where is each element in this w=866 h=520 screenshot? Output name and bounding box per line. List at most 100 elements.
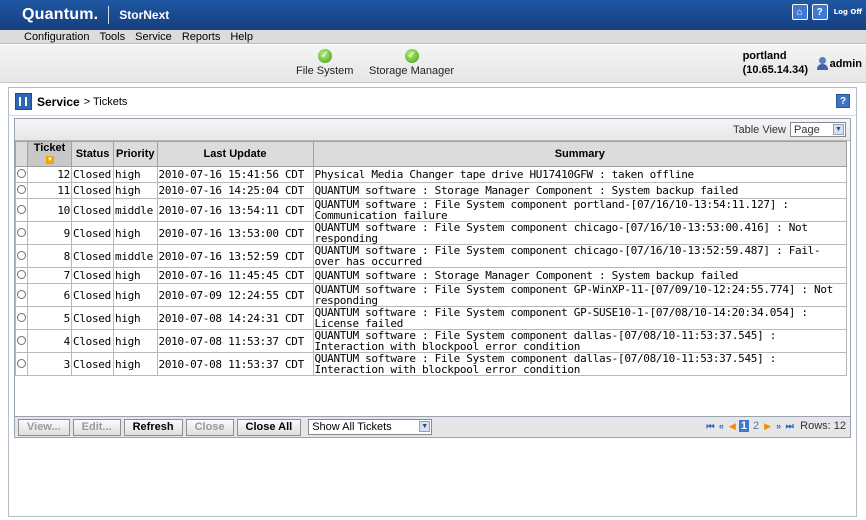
cell-summary: QUANTUM software : File System component…	[312, 244, 848, 268]
cell-status: Closed	[71, 352, 114, 376]
status-label: Storage Manager	[369, 65, 454, 77]
table-row[interactable]: 4 Closed high 2010-07-08 11:53:37 CDT QUANTU…	[15, 329, 848, 353]
row-select-radio[interactable]	[15, 283, 28, 307]
table-row[interactable]: 10 Closed middle 2010-07-16 13:54:11 CDT QUA…	[15, 198, 848, 222]
cell-last-update: 2010-07-08 11:53:37 CDT	[156, 352, 314, 376]
row-select-radio[interactable]	[15, 221, 28, 245]
user-icon	[816, 57, 828, 71]
action-bar: View... Edit... Refresh Close Close All …	[14, 416, 851, 438]
fast-back-icon[interactable]: «	[717, 421, 726, 432]
banner-actions: ⌂ ? Log Off	[791, 4, 862, 20]
cell-summary: QUANTUM software : Storage Manager Compo…	[312, 267, 848, 284]
tickets-table: Ticket▼ Status Priority Last Update Summ…	[15, 141, 848, 376]
cell-last-update: 2010-07-16 13:54:11 CDT	[156, 198, 314, 222]
column-header-status[interactable]: Status	[71, 141, 114, 167]
refresh-button[interactable]: Refresh	[123, 418, 183, 436]
table-row[interactable]: 9 Closed high 2010-07-16 13:53:00 CDT QUANTU…	[15, 221, 848, 245]
cell-priority: high	[113, 166, 158, 183]
page-number[interactable]: 2	[751, 420, 761, 432]
row-select-radio[interactable]	[15, 352, 28, 376]
row-select-radio[interactable]	[15, 166, 28, 183]
page-title: Service	[37, 94, 80, 109]
table-row[interactable]: 11 Closed high 2010-07-16 14:25:04 CDT QUANT…	[15, 182, 848, 199]
cell-last-update: 2010-07-16 15:41:56 CDT	[156, 166, 314, 183]
column-header-ticket[interactable]: Ticket▼	[27, 141, 72, 167]
panel-header: Service > Tickets ?	[9, 88, 856, 116]
cell-summary: QUANTUM software : File System component…	[312, 352, 848, 376]
prev-page-icon[interactable]: ◀	[728, 421, 737, 432]
row-select-radio[interactable]	[15, 267, 28, 284]
status-storage-manager[interactable]: ✓ Storage Manager	[369, 49, 454, 77]
row-select-radio[interactable]	[15, 198, 28, 222]
column-header-last-update[interactable]: Last Update	[156, 141, 314, 167]
close-all-button[interactable]: Close All	[236, 418, 302, 436]
cell-priority: high	[113, 267, 158, 284]
cell-status: Closed	[71, 306, 114, 330]
cell-priority: high	[113, 283, 158, 307]
cell-last-update: 2010-07-08 11:53:37 CDT	[156, 329, 314, 353]
page-help-icon[interactable]: ?	[836, 94, 850, 108]
ticket-filter-select[interactable]: Show All Tickets ▼	[308, 419, 433, 435]
home-icon[interactable]: ⌂	[791, 4, 808, 20]
table-view-bar: Table View Page ▼	[15, 119, 850, 141]
menu-bar: Configuration Tools Service Reports Help	[0, 30, 866, 44]
cell-status: Closed	[71, 329, 114, 353]
menu-reports[interactable]: Reports	[182, 31, 221, 43]
table-row[interactable]: 7 Closed high 2010-07-16 11:45:45 CDT QUANTU…	[15, 267, 848, 284]
cell-priority: middle	[113, 244, 158, 268]
table-view-select[interactable]: Page ▼	[790, 122, 846, 137]
cell-summary: QUANTUM software : File System component…	[312, 283, 848, 307]
user-info[interactable]: admin	[816, 57, 862, 71]
cell-status: Closed	[71, 182, 114, 199]
edit-button[interactable]: Edit...	[72, 418, 121, 436]
fast-forward-icon[interactable]: »	[774, 421, 783, 432]
cell-ticket: 3	[27, 352, 72, 376]
cell-status: Closed	[71, 283, 114, 307]
cell-last-update: 2010-07-16 13:52:59 CDT	[156, 244, 314, 268]
table-row[interactable]: 8 Closed middle 2010-07-16 13:52:59 CDT QUAN…	[15, 244, 848, 268]
product-name: StorNext	[119, 8, 170, 22]
view-button[interactable]: View...	[18, 418, 70, 436]
row-select-radio[interactable]	[15, 306, 28, 330]
chevron-down-icon: ▼	[833, 124, 844, 135]
row-select-radio[interactable]	[15, 182, 28, 199]
table-row[interactable]: 5 Closed high 2010-07-08 14:24:31 CDT QUANTU…	[15, 306, 848, 330]
menu-tools[interactable]: Tools	[99, 31, 125, 43]
cell-ticket: 5	[27, 306, 72, 330]
logoff-link[interactable]: Log Off	[834, 8, 862, 16]
menu-service[interactable]: Service	[135, 31, 172, 43]
column-header-priority[interactable]: Priority	[113, 141, 158, 167]
table-row[interactable]: 6 Closed high 2010-07-09 12:24:55 CDT QUANTU…	[15, 283, 848, 307]
first-page-icon[interactable]: ⏮	[706, 421, 715, 432]
help-icon[interactable]: ?	[811, 4, 828, 20]
menu-configuration[interactable]: Configuration	[24, 31, 89, 43]
quantum-logo: Quantum.	[22, 6, 99, 23]
user-name: admin	[829, 58, 862, 70]
table-row[interactable]: 12 Closed high 2010-07-16 15:41:56 CDT Physi…	[15, 166, 848, 183]
cell-ticket: 7	[27, 267, 72, 284]
menu-help[interactable]: Help	[230, 31, 253, 43]
status-file-system[interactable]: ✓ File System	[296, 49, 353, 77]
tickets-table-frame: Table View Page ▼ Ticket▼ Status Priorit…	[14, 118, 851, 436]
row-select-radio[interactable]	[15, 329, 28, 353]
page-number-current[interactable]: 1	[738, 420, 750, 432]
column-header-summary[interactable]: Summary	[312, 141, 848, 167]
table-row[interactable]: 3 Closed high 2010-07-08 11:53:37 CDT QUANTU…	[15, 352, 848, 376]
cell-ticket: 11	[27, 182, 72, 199]
close-button[interactable]: Close	[185, 418, 234, 436]
last-page-icon[interactable]: ⏭	[785, 421, 794, 432]
row-select-radio[interactable]	[15, 244, 28, 268]
cell-priority: high	[113, 182, 158, 199]
rows-count: Rows: 12	[800, 420, 846, 432]
host-ip: (10.65.14.34)	[742, 64, 808, 76]
cell-priority: high	[113, 221, 158, 245]
table-view-label: Table View	[733, 123, 786, 136]
logo-divider	[108, 6, 110, 24]
cell-summary: Physical Media Changer tape drive HU1741…	[312, 166, 848, 183]
next-page-icon[interactable]: ▶	[763, 421, 772, 432]
cell-ticket: 4	[27, 329, 72, 353]
sort-desc-icon: ▼	[46, 156, 54, 165]
status-bar: ✓ File System ✓ Storage Manager portland…	[0, 45, 866, 83]
breadcrumb: > Tickets	[83, 95, 128, 108]
cell-ticket: 12	[27, 166, 72, 183]
